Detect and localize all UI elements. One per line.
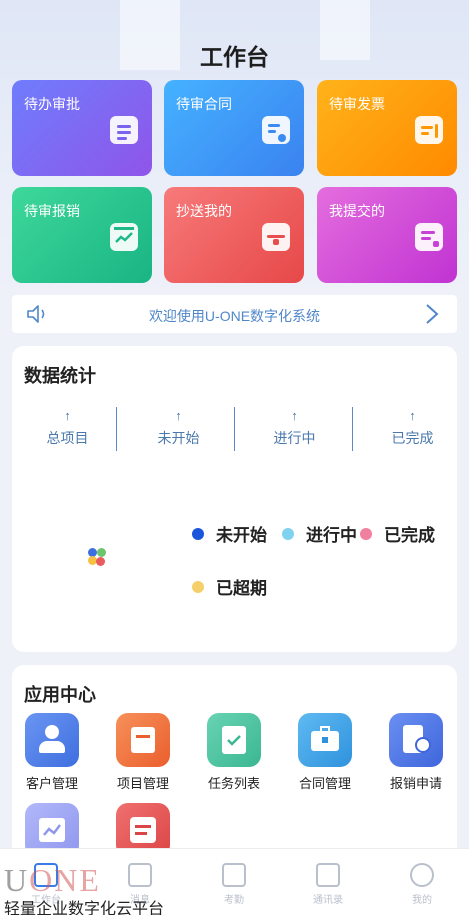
legend-not-started: 未开始 [192,521,267,546]
stat-label: 进行中 [273,430,316,446]
data-statistics-card: 数据统计 ↑ 总项目 ↑ 未开始 ↑ 进行中 ↑ 已完成 未开始 进行中 已完成… [12,346,457,652]
legend-label: 未开始 [216,526,267,545]
tile-my-submissions[interactable]: 我提交的 [317,187,457,283]
stat-not-started[interactable]: ↑ 未开始 [123,408,234,452]
legend-dot [192,527,204,540]
tile-label: 抄送我的 [176,203,232,219]
legend-label: 进行中 [306,526,357,545]
contract-icon [298,713,352,767]
legend-overdue: 已超期 [192,574,267,599]
tile-cc-to-me[interactable]: 抄送我的 [164,187,304,283]
customer-icon [25,713,79,767]
app-project-management[interactable]: 项目管理 [103,713,183,792]
task-icon [207,713,261,767]
app-task-list[interactable]: 任务列表 [194,713,274,792]
tile-pending-approval[interactable]: 待办审批 [12,80,152,176]
tile-label: 待审报销 [24,203,80,219]
stat-label: 未开始 [157,430,200,446]
user-icon [410,863,434,887]
stat-total-projects[interactable]: ↑ 总项目 [12,408,123,452]
stat-label: 总项目 [46,430,89,446]
tile-label: 待办审批 [24,96,80,112]
tab-label: 通讯录 [313,895,343,906]
chart-card-icon [110,223,138,251]
legend-dot [192,580,204,593]
legend-in-progress: 进行中 [282,521,357,546]
calendar-check-icon [222,863,246,887]
app-label: 任务列表 [207,776,260,791]
stat-divider [352,407,353,451]
tile-label: 待审合同 [176,96,232,112]
stat-label: 已完成 [391,430,434,446]
legend-dot [360,527,372,540]
legend-label: 已完成 [384,526,435,545]
loading-spinner-icon [86,546,110,570]
tab-label: 考勤 [224,895,244,906]
chevron-right-icon[interactable] [424,303,440,325]
stat-divider [116,407,117,451]
tile-label: 待审发票 [329,96,385,112]
app-label: 报销申请 [389,776,442,791]
legend-label: 已超期 [216,579,267,598]
tab-profile[interactable]: 我的 [392,863,452,906]
app-center-card: 应用中心 客户管理 项目管理 任务列表 合同管理 报销申请 [12,665,457,865]
app-label: 合同管理 [298,776,351,791]
watermark-slogan: 轻量企业数字化云平台 [4,901,165,915]
briefcase-icon [262,223,290,251]
tile-pending-contract[interactable]: 待审合同 [164,80,304,176]
app-reimbursement-request[interactable]: 报销申请 [376,713,456,792]
stat-in-progress[interactable]: ↑ 进行中 [239,408,350,452]
envelope-icon [128,863,152,887]
statistics-title: 数据统计 [24,366,96,386]
invoice-icon [415,116,443,144]
tab-attendance[interactable]: 考勤 [204,863,264,906]
stat-arrow: ↑ [64,408,71,423]
clipboard-icon [110,116,138,144]
app-contract-management[interactable]: 合同管理 [285,713,365,792]
legend-completed: 已完成 [360,521,435,546]
app-label: 客户管理 [25,776,78,791]
legend-dot [282,527,294,540]
reimburse-icon [389,713,443,767]
page-title: 工作台 [200,44,269,70]
stat-completed[interactable]: ↑ 已完成 [357,408,468,452]
edit-document-icon [415,223,443,251]
project-icon [116,713,170,767]
notice-bar[interactable]: 欢迎使用U-ONE数字化系统 [12,295,457,333]
app-center-title: 应用中心 [24,685,96,705]
watermark-logo-u: U [4,862,30,898]
tab-contacts[interactable]: 通讯录 [298,863,358,906]
stat-arrow: ↑ [291,408,298,423]
tile-label: 我提交的 [329,203,385,219]
tab-label: 我的 [412,895,432,906]
stat-divider [234,407,235,451]
phone-book-icon [316,863,340,887]
watermark-logo: UONE [4,862,101,899]
notice-text: 欢迎使用U-ONE数字化系统 [148,308,321,324]
tile-pending-invoice[interactable]: 待审发票 [317,80,457,176]
tile-pending-reimbursement[interactable]: 待审报销 [12,187,152,283]
document-search-icon [262,116,290,144]
stat-arrow: ↑ [409,408,416,423]
app-label: 项目管理 [116,776,169,791]
stat-arrow: ↑ [175,408,182,423]
watermark-logo-text: ONE [29,862,101,898]
app-customer-management[interactable]: 客户管理 [12,713,92,792]
